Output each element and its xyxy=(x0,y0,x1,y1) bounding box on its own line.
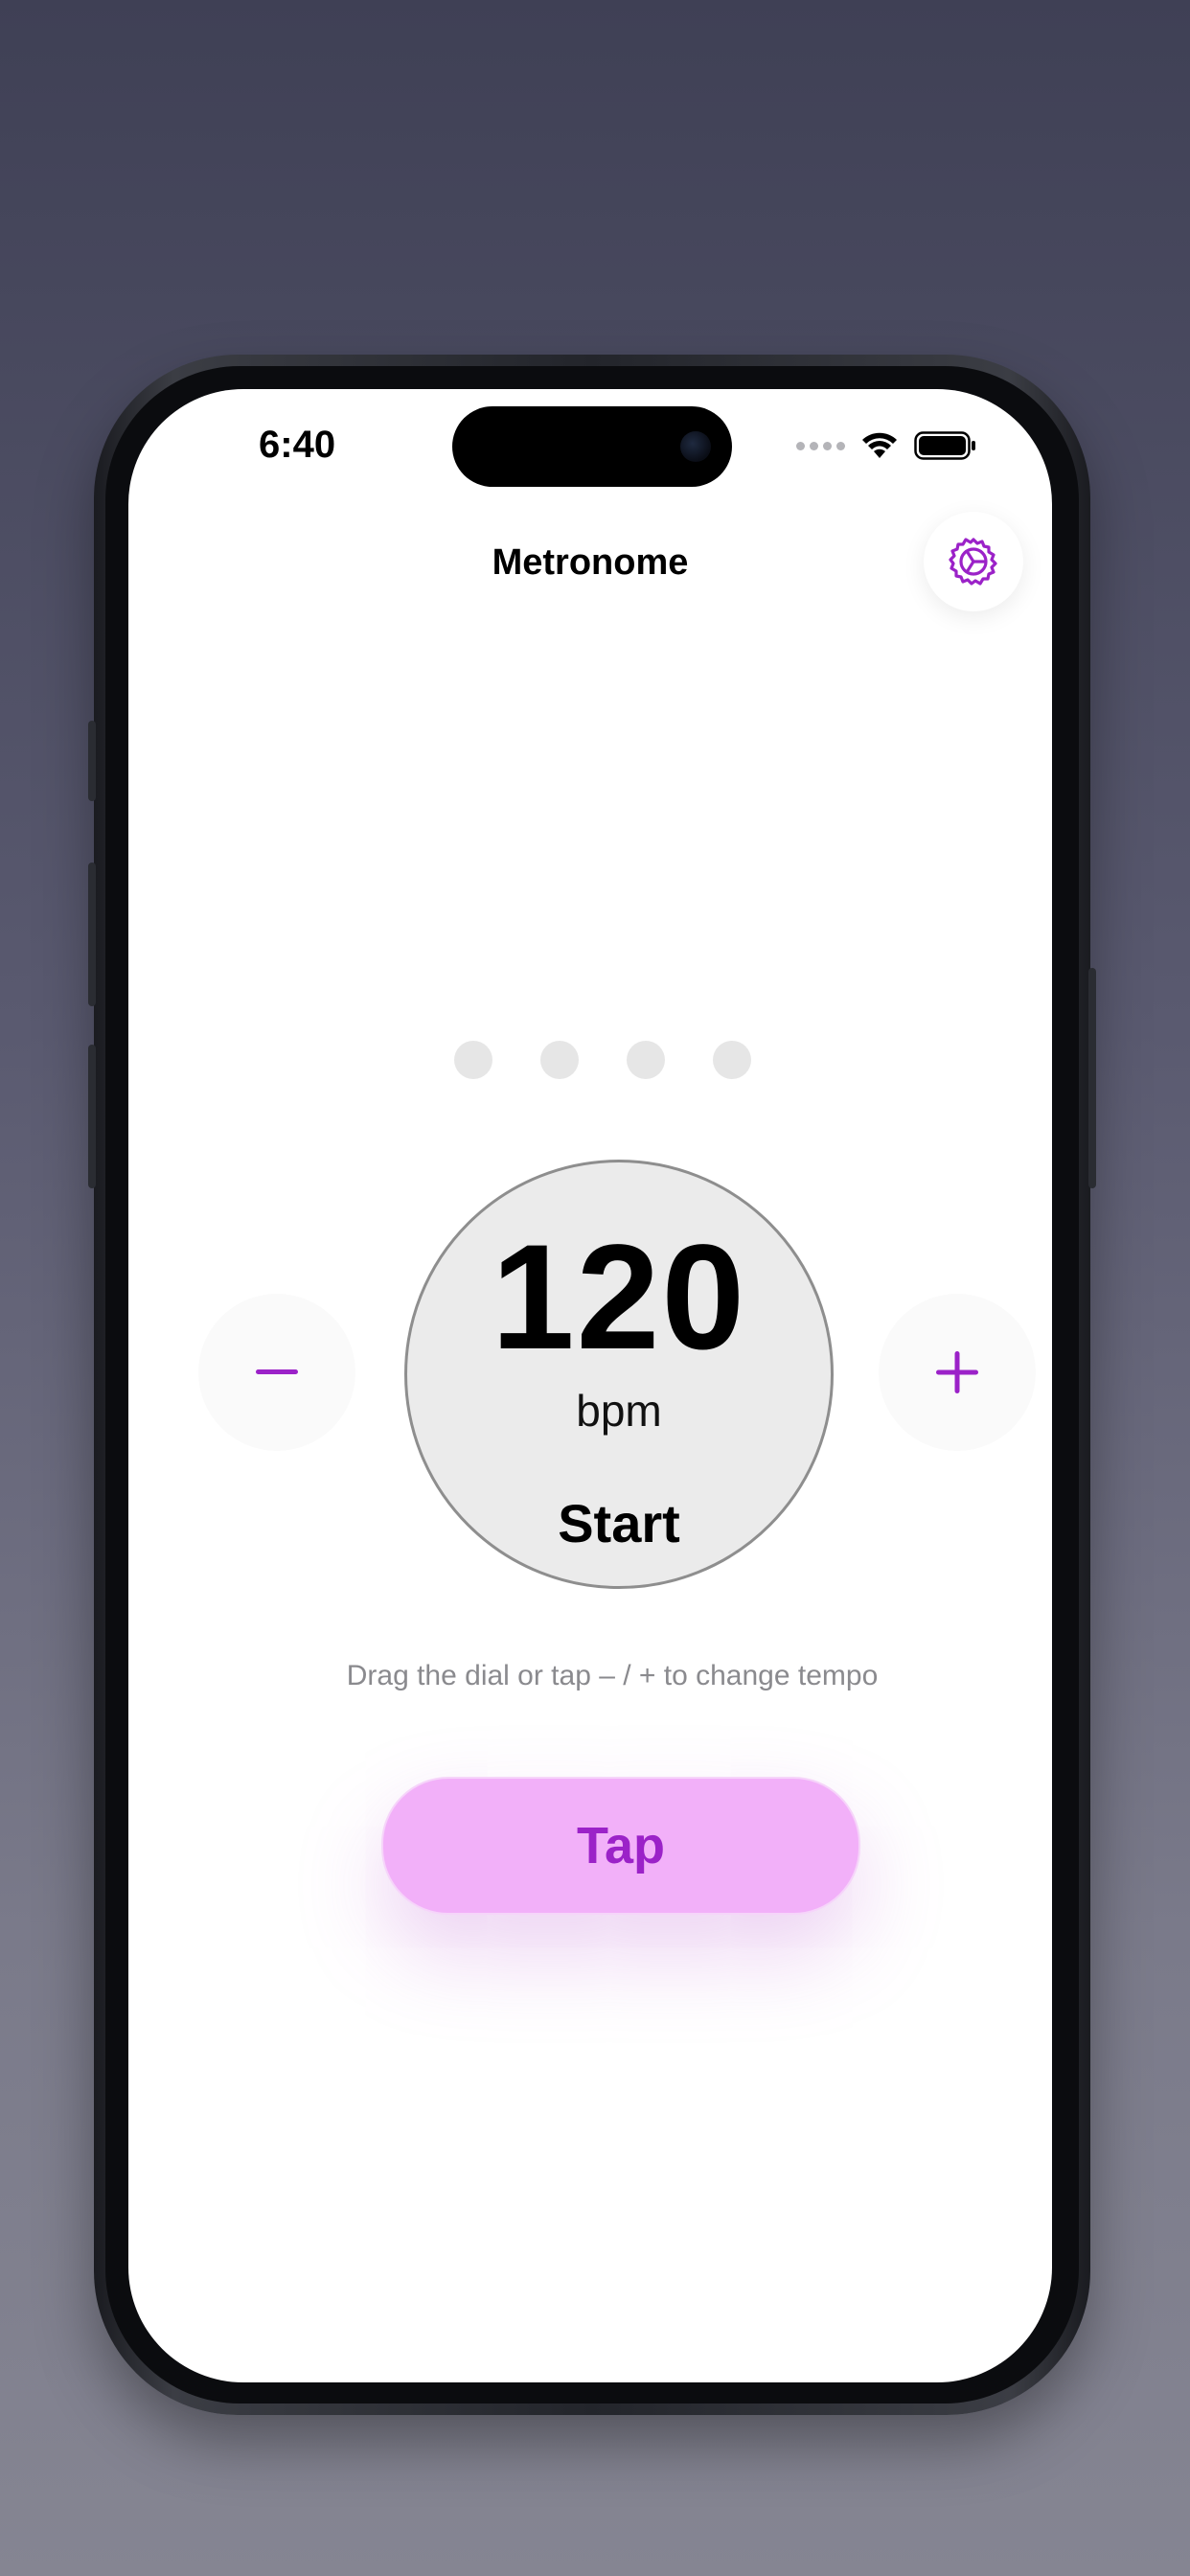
start-button[interactable]: Start xyxy=(407,1492,831,1554)
tap-tempo-button[interactable]: Tap xyxy=(381,1777,860,1915)
settings-button[interactable] xyxy=(924,512,1023,611)
bpm-value: 120 xyxy=(491,1214,747,1381)
cellular-signal-icon xyxy=(796,441,845,450)
gear-icon xyxy=(949,538,997,586)
page-title: Metronome xyxy=(492,542,689,583)
decrement-tempo-button[interactable] xyxy=(198,1294,355,1451)
beat-dot-4 xyxy=(713,1041,751,1079)
increment-tempo-button[interactable] xyxy=(879,1294,1036,1451)
volume-up-button xyxy=(88,862,96,1006)
volume-down-button xyxy=(88,1045,96,1188)
beat-dot-3 xyxy=(627,1041,665,1079)
battery-icon xyxy=(914,431,975,460)
dynamic-island xyxy=(452,406,732,487)
beat-indicators xyxy=(128,1041,1052,1079)
action-button xyxy=(88,721,96,801)
beat-dot-2 xyxy=(540,1041,579,1079)
camera-lens xyxy=(680,431,711,462)
minus-icon xyxy=(256,1369,298,1374)
wifi-icon xyxy=(862,432,897,458)
tempo-hint-text: Drag the dial or tap – / + to change tem… xyxy=(346,1660,879,1691)
tempo-dial[interactable]: 120 bpm Start xyxy=(404,1160,834,1589)
app-screen: 6:40 Metronome 120 bpm Start Drag the di… xyxy=(128,389,1052,2382)
status-time: 6:40 xyxy=(259,424,336,466)
status-indicators xyxy=(796,431,977,460)
beat-dot-1 xyxy=(454,1041,492,1079)
plus-icon xyxy=(936,1351,978,1393)
bpm-unit-label: bpm xyxy=(576,1386,662,1436)
power-button xyxy=(1088,968,1096,1188)
